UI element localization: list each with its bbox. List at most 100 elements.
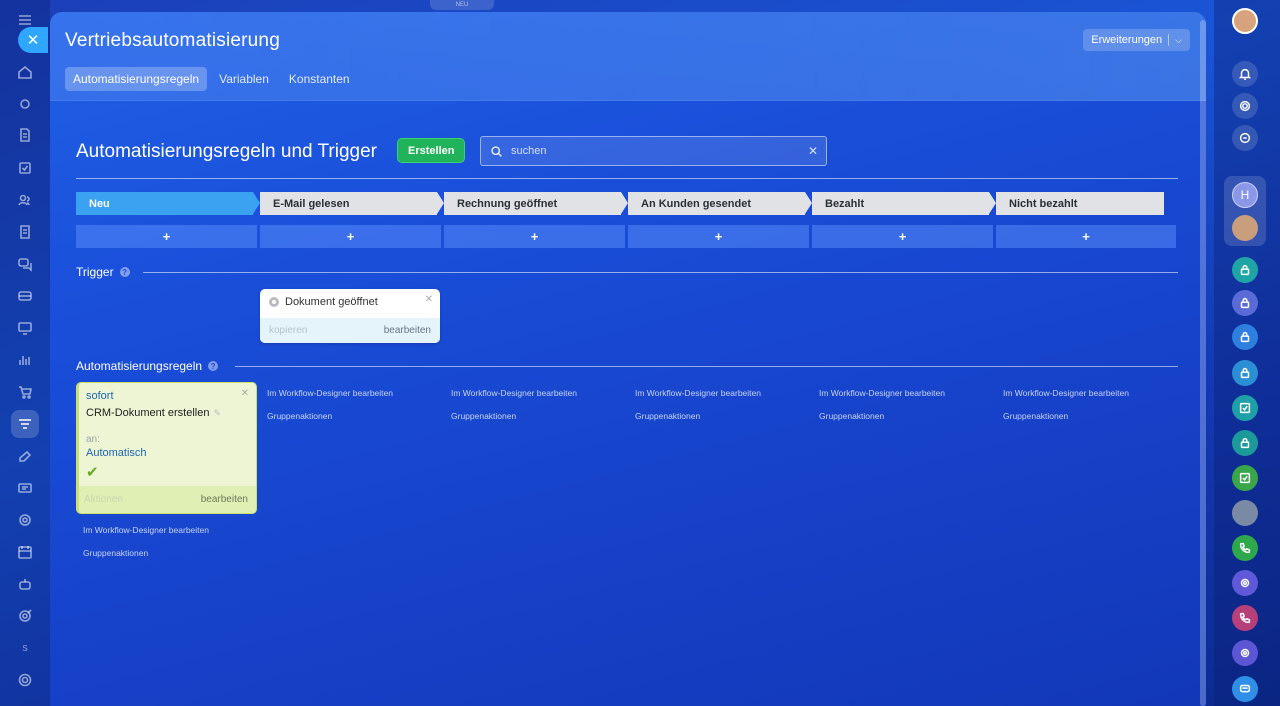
- stage-new[interactable]: Neu: [76, 192, 260, 215]
- lock-chat-icon[interactable]: [1232, 257, 1258, 283]
- tabs: Automatisierungsregeln Variablen Konstan…: [65, 67, 358, 91]
- copy-link[interactable]: kopieren: [269, 325, 307, 336]
- task-chat-icon[interactable]: [1232, 395, 1258, 421]
- add-button[interactable]: +: [76, 225, 257, 248]
- add-button[interactable]: +: [996, 225, 1176, 248]
- trigger-heading: Trigger ?: [76, 265, 130, 279]
- ticket-icon[interactable]: [11, 474, 39, 502]
- add-button[interactable]: +: [444, 225, 625, 248]
- rule-responsible[interactable]: Automatisch: [86, 447, 147, 459]
- trigger-card[interactable]: Dokument geöffnet ✕ kopieren bearbeiten: [260, 289, 440, 343]
- automation-filter-icon[interactable]: [11, 410, 39, 438]
- bell-icon[interactable]: [1232, 61, 1258, 87]
- edit-link[interactable]: bearbeiten: [201, 494, 248, 505]
- spiral-chat-icon[interactable]: [1232, 570, 1258, 596]
- analytics-icon[interactable]: [11, 346, 39, 374]
- lock-chat-icon[interactable]: [1232, 430, 1258, 456]
- search-chat-icon[interactable]: [1232, 125, 1258, 151]
- add-button[interactable]: +: [812, 225, 993, 248]
- extensions-button[interactable]: Erweiterungen ⌵: [1083, 29, 1190, 51]
- search-icon: [481, 145, 511, 158]
- document-icon[interactable]: [11, 121, 39, 149]
- lock-chat-icon[interactable]: [1232, 360, 1258, 386]
- stage-not-paid[interactable]: Nicht bezahlt: [996, 192, 1164, 215]
- calendar-icon[interactable]: [11, 538, 39, 566]
- stage-paid[interactable]: Bezahlt: [812, 192, 996, 215]
- workflow-designer-link[interactable]: Im Workflow-Designer bearbeiten: [451, 388, 577, 398]
- chat-avatar-group[interactable]: [1232, 500, 1258, 526]
- screen-icon[interactable]: [11, 314, 39, 342]
- workflow-designer-link[interactable]: Im Workflow-Designer bearbeiten: [1003, 388, 1129, 398]
- small-badge[interactable]: S: [11, 634, 39, 662]
- tab-automation-rules[interactable]: Automatisierungsregeln: [65, 67, 208, 91]
- stage-label: Neu: [89, 197, 110, 210]
- group-actions-link[interactable]: Gruppenaktionen: [1003, 411, 1068, 421]
- tab-variables[interactable]: Variablen: [211, 67, 277, 91]
- phone-chat-icon[interactable]: [1232, 535, 1258, 561]
- tab-constants[interactable]: Konstanten: [281, 67, 358, 91]
- user-avatar[interactable]: [1232, 8, 1258, 34]
- close-icon[interactable]: ✕: [425, 294, 433, 305]
- add-button[interactable]: +: [628, 225, 809, 248]
- help-icon[interactable]: ?: [208, 361, 219, 371]
- stage-invoice-opened[interactable]: Rechnung geöffnet: [444, 192, 628, 215]
- help-icon[interactable]: ?: [119, 267, 130, 277]
- phone-missed-icon[interactable]: [1232, 605, 1258, 631]
- group-actions-link[interactable]: Gruppenaktionen: [819, 411, 884, 421]
- stage-label: Nicht bezahlt: [1009, 197, 1078, 210]
- task-chat-icon[interactable]: [1232, 465, 1258, 491]
- trigger-card-header: Dokument geöffnet: [260, 289, 440, 315]
- rule-card[interactable]: ✕ sofort CRM-Dokument erstellen ✎ an: Aut…: [76, 382, 257, 514]
- trigger-card-footer: kopieren bearbeiten: [260, 318, 440, 343]
- tasks-icon[interactable]: [11, 154, 39, 182]
- sign-icon[interactable]: [11, 442, 39, 470]
- actions-link[interactable]: Aktionen: [84, 494, 123, 505]
- rule-card-footer: Aktionen bearbeiten: [79, 486, 256, 513]
- group-actions-link[interactable]: Gruppenaktionen: [635, 411, 700, 421]
- divider: [235, 366, 1178, 367]
- scrollbar[interactable]: [1200, 20, 1206, 706]
- chat-avatar-h[interactable]: H: [1232, 182, 1258, 208]
- close-slider-button[interactable]: ✕: [18, 27, 48, 53]
- workflow-designer-link[interactable]: Im Workflow-Designer bearbeiten: [83, 525, 209, 535]
- settings-icon[interactable]: [11, 666, 39, 694]
- page-icon[interactable]: [11, 218, 39, 246]
- divider: [76, 178, 1178, 179]
- workflow-designer-link[interactable]: Im Workflow-Designer bearbeiten: [819, 388, 945, 398]
- contacts-icon[interactable]: [11, 186, 39, 214]
- create-button[interactable]: Erstellen: [397, 138, 466, 163]
- group-actions-link[interactable]: Gruppenaktionen: [267, 411, 332, 421]
- search-box: ✕: [480, 136, 827, 166]
- search-input[interactable]: [511, 145, 800, 157]
- clear-search-icon[interactable]: ✕: [800, 144, 826, 158]
- close-icon[interactable]: ✕: [241, 388, 249, 399]
- chat-avatar-user[interactable]: [1232, 215, 1258, 241]
- target-icon[interactable]: [11, 602, 39, 630]
- workflow-designer-link[interactable]: Im Workflow-Designer bearbeiten: [635, 388, 761, 398]
- group-actions-link[interactable]: Gruppenaktionen: [83, 548, 148, 558]
- trigger-heading-label: Trigger: [76, 265, 114, 279]
- storage-icon[interactable]: [11, 506, 39, 534]
- chat-icon[interactable]: [11, 250, 39, 278]
- robot-icon[interactable]: [11, 570, 39, 598]
- lock-chat-icon[interactable]: [1232, 290, 1258, 316]
- pencil-icon[interactable]: ✎: [213, 408, 221, 419]
- stage-email-read[interactable]: E-Mail gelesen: [260, 192, 444, 215]
- home-icon[interactable]: [11, 58, 39, 86]
- group-actions-link[interactable]: Gruppenaktionen: [451, 411, 516, 421]
- spiral-icon[interactable]: [1232, 93, 1258, 119]
- add-button[interactable]: +: [260, 225, 441, 248]
- edit-link[interactable]: bearbeiten: [384, 325, 431, 336]
- rule-when[interactable]: sofort: [86, 390, 114, 402]
- card-icon[interactable]: [11, 282, 39, 310]
- page-title: Vertriebsautomatisierung: [65, 30, 280, 51]
- workflow-designer-link[interactable]: Im Workflow-Designer bearbeiten: [267, 388, 393, 398]
- lock-chat-icon[interactable]: [1232, 324, 1258, 350]
- extensions-label: Erweiterungen: [1091, 34, 1163, 46]
- messages-icon[interactable]: [1232, 676, 1258, 702]
- left-sidebar: S: [0, 0, 50, 706]
- cart-icon[interactable]: [11, 378, 39, 406]
- puzzle-icon[interactable]: [11, 90, 39, 118]
- spiral-chat-icon[interactable]: [1232, 640, 1258, 666]
- stage-sent-to-customer[interactable]: An Kunden gesendet: [628, 192, 812, 215]
